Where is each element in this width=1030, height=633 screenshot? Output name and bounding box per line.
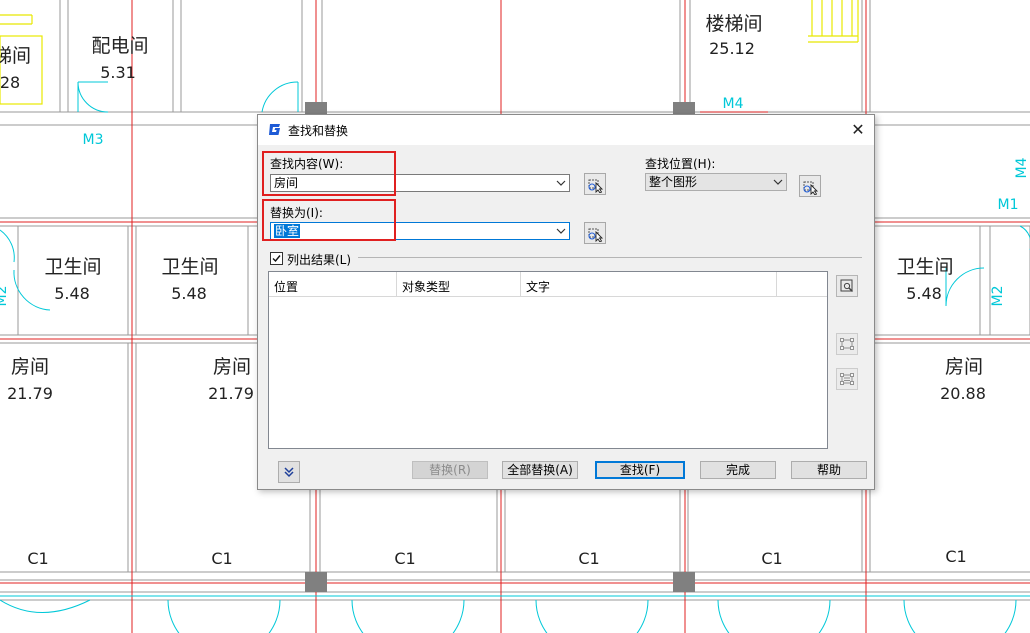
checkmark-icon	[272, 255, 281, 263]
door-label: M2	[0, 286, 10, 307]
room-area: 20.88	[940, 384, 986, 403]
create-selection-set-all-button[interactable]	[836, 333, 858, 355]
replace-all-button[interactable]: 全部替换(A)	[502, 461, 578, 479]
door-label: M3	[83, 132, 104, 148]
find-button[interactable]: 查找(F)	[595, 461, 685, 479]
door-label: M2	[990, 286, 1006, 307]
room-area: 21.79	[7, 384, 53, 403]
column-header-object-type[interactable]: 对象类型	[397, 272, 521, 297]
chevron-down-icon[interactable]	[556, 225, 566, 237]
room-area: 21.79	[208, 384, 254, 403]
close-icon: ✕	[851, 120, 865, 139]
window-label: C1	[945, 547, 966, 566]
room-name: 配电间	[91, 35, 148, 57]
window-label: C1	[27, 549, 48, 568]
room-area: 28	[0, 73, 20, 92]
replace-button[interactable]: 替换(R)	[412, 461, 488, 479]
room-name: 楼梯间	[705, 13, 762, 35]
door-label: M1	[998, 197, 1019, 213]
find-replace-dialog: 查找和替换 ✕ 查找内容(W): 房间 替换为(I): 卧室 查找位置(H): …	[257, 114, 875, 490]
create-selection-set-highlighted-button[interactable]	[836, 368, 858, 390]
expand-chevron-icon	[284, 467, 294, 478]
room-area: 5.48	[54, 284, 90, 303]
replace-select-objects-button[interactable]	[584, 222, 606, 244]
find-where-value: 整个图形	[649, 175, 698, 189]
room-name: 卫生间	[161, 256, 218, 278]
find-where-label: 查找位置(H):	[645, 157, 716, 171]
room-area: 5.31	[100, 63, 136, 82]
door-label: M4	[723, 96, 744, 112]
column-header-text[interactable]: 文字	[521, 272, 777, 297]
dialog-titlebar[interactable]: 查找和替换 ✕	[258, 115, 874, 145]
zoom-to-selection-icon	[840, 279, 853, 292]
window-label: C1	[761, 549, 782, 568]
app-logo-icon	[269, 124, 280, 135]
zoom-to-selection-button[interactable]	[836, 275, 858, 297]
select-objects-icon	[588, 179, 604, 193]
list-results-label[interactable]: 列出结果(L)	[287, 251, 351, 268]
room-name: 房间	[945, 356, 983, 378]
room-area: 25.12	[709, 39, 755, 58]
replace-field-highlight	[262, 199, 396, 241]
chevron-down-icon[interactable]	[773, 176, 783, 188]
window-label: C1	[211, 549, 232, 568]
room-name: 梯间	[0, 45, 31, 67]
find-select-objects-button[interactable]	[584, 173, 606, 195]
room-name: 房间	[213, 356, 251, 378]
create-selection-set-icon	[840, 373, 854, 385]
location-select-objects-button[interactable]	[799, 175, 821, 197]
list-results-checkbox[interactable]	[270, 252, 283, 265]
help-button[interactable]: 帮助	[791, 461, 867, 479]
room-area: 5.48	[171, 284, 207, 303]
window-label: C1	[394, 549, 415, 568]
create-selection-set-icon	[840, 338, 854, 350]
chevron-down-icon[interactable]	[556, 177, 566, 189]
expand-options-button[interactable]	[278, 461, 300, 483]
section-separator	[358, 257, 862, 258]
door-label: M4	[1014, 157, 1030, 178]
select-objects-icon	[588, 228, 604, 242]
room-name: 卫生间	[44, 256, 101, 278]
done-button[interactable]: 完成	[700, 461, 776, 479]
column-header-filler	[777, 272, 827, 297]
close-button[interactable]: ✕	[848, 120, 868, 140]
column-header-location[interactable]: 位置	[269, 272, 397, 297]
find-where-combo[interactable]: 整个图形	[645, 173, 787, 191]
window-label: C1	[578, 549, 599, 568]
select-objects-icon	[803, 181, 819, 195]
room-area: 5.48	[906, 284, 942, 303]
room-name: 房间	[11, 356, 49, 378]
dialog-title: 查找和替换	[288, 124, 349, 138]
room-name: 卫生间	[896, 256, 953, 278]
results-grid[interactable]: 位置 对象类型 文字	[268, 271, 828, 449]
find-field-highlight	[262, 151, 396, 196]
